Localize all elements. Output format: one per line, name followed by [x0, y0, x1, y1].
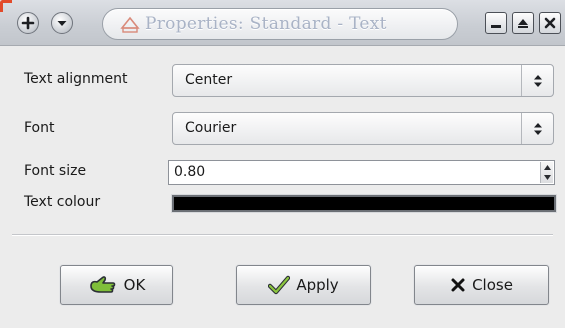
close-button[interactable]: Close	[414, 265, 549, 305]
font-value: Courier	[185, 120, 237, 136]
window-corner-accent	[0, 0, 12, 12]
apply-button[interactable]: Apply	[236, 265, 371, 305]
text-alignment-label: Text alignment	[24, 71, 128, 87]
text-alignment-combo[interactable]: Center	[172, 64, 554, 97]
plus-circle-icon[interactable]	[17, 12, 39, 34]
apply-button-label: Apply	[296, 276, 339, 294]
spin-up-icon[interactable]	[541, 162, 553, 173]
x-icon	[451, 278, 465, 292]
ok-button-label: OK	[123, 276, 146, 294]
close-icon[interactable]	[539, 12, 561, 34]
separator	[12, 234, 553, 236]
shape-icon	[120, 16, 140, 33]
font-size-spinbox[interactable]: 0.80	[168, 160, 555, 185]
text-colour-swatch[interactable]	[172, 195, 556, 212]
chevron-down-circle-icon[interactable]	[51, 12, 73, 34]
updown-arrows-icon[interactable]	[521, 113, 553, 144]
updown-arrows-icon[interactable]	[521, 65, 553, 96]
properties-dialog: Properties: Standard - Text Text alignme…	[0, 0, 565, 332]
ok-button[interactable]: OK	[60, 265, 173, 305]
text-colour-label: Text colour	[24, 194, 101, 210]
font-combo[interactable]: Courier	[172, 112, 554, 145]
minimize-icon[interactable]	[485, 12, 507, 34]
maximize-icon[interactable]	[512, 12, 534, 34]
title-bar[interactable]: Properties: Standard - Text	[0, 0, 565, 46]
window-title: Properties: Standard - Text	[145, 14, 387, 34]
title-pill: Properties: Standard - Text	[102, 8, 458, 40]
font-label: Font	[24, 120, 55, 136]
close-button-label: Close	[472, 276, 513, 294]
text-alignment-value: Center	[185, 72, 233, 88]
hand-ok-icon	[89, 276, 115, 293]
font-size-value: 0.80	[174, 164, 206, 180]
checkmark-icon	[268, 275, 291, 295]
window-bottom-edge	[0, 328, 565, 332]
spin-buttons[interactable]	[540, 162, 553, 183]
spin-down-icon[interactable]	[541, 173, 553, 184]
font-size-label: Font size	[24, 163, 87, 179]
